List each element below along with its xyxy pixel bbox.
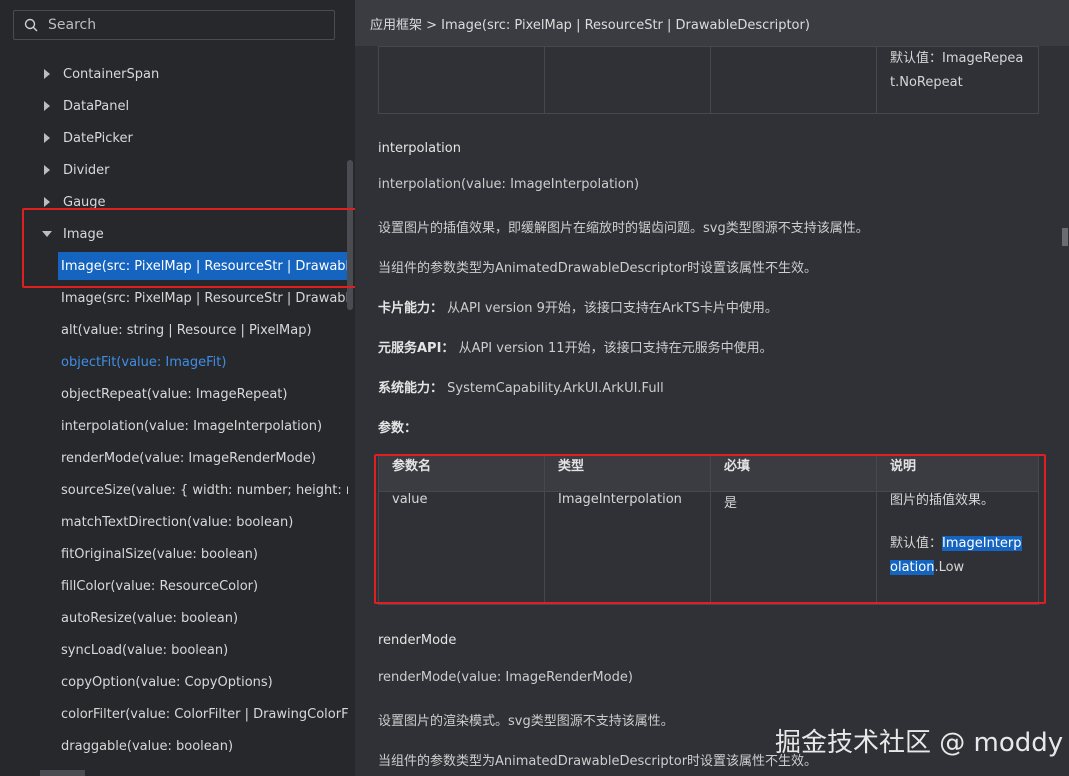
description-text: 设置图片的插值效果，即缓解图片在缩放时的锯齿问题。svg类型图源不支持该属性。 [378,221,869,236]
api-tree: ContainerSpan DataPanel DatePicker Divider G… [0,58,348,762]
chevron-right-icon[interactable] [42,165,52,175]
table-cell: 默认值：ImageRepea t.NoRepeat [876,46,1039,114]
meta-service-api: 元服务API： 从API version 11开始，该接口支持在元服务中使用。 [378,337,773,356]
meta-service-label: 元服务API： [378,341,455,356]
tree-leaf-item[interactable]: copyOption(value: CopyOptions) [0,666,348,698]
search-box[interactable] [13,10,335,40]
previous-param-table: 默认值：ImageRepea t.NoRepeat [378,46,1039,114]
tree-leaf-item[interactable]: sourceSize(value: { width: number; heigh… [0,474,348,506]
params-label: 参数： [378,417,417,436]
table-cell [710,46,877,114]
tree-leaf-item[interactable]: fillColor(value: ResourceColor) [0,570,348,602]
chevron-right-icon[interactable] [42,101,52,111]
chevron-right-icon[interactable] [42,133,52,143]
description-text: 当组件的参数类型为AnimatedDrawableDescriptor时设置该属… [378,754,818,769]
search-icon [24,18,38,32]
tree-leaf-item[interactable]: objectFit(value: ImageFit) [0,346,348,378]
tree-leaf-item[interactable]: syncLoad(value: boolean) [0,634,348,666]
chevron-right-icon[interactable] [42,197,52,207]
section-title-interpolation: interpolation [378,141,461,156]
tree-node-label: Divider [63,162,110,178]
tree-leaf-item[interactable]: autoResize(value: boolean) [0,602,348,634]
main-scrollbar[interactable] [1062,228,1068,246]
tree-leaf-item[interactable]: renderMode(value: ImageRenderMode) [0,442,348,474]
tree-node-label: DataPanel [63,98,130,114]
card-capability-label: 卡片能力： [378,301,444,316]
search-input[interactable] [46,16,310,34]
tree-leaf-item[interactable]: fitOriginalSize(value: boolean) [0,538,348,570]
breadcrumb[interactable]: 应用框架 > Image(src: PixelMap | ResourceStr… [355,0,1069,46]
system-capability-label: 系统能力： [378,381,444,396]
tree-node-containerspan[interactable]: ContainerSpan [0,58,348,90]
default-value-line: 默认值：ImageRepea [890,51,1024,66]
system-capability-text: SystemCapability.ArkUI.ArkUI.Full [447,381,664,396]
tree-leaf-item[interactable]: alt(value: string | Resource | PixelMap) [0,314,348,346]
tree-leaf-item[interactable]: draggable(value: boolean) [0,730,348,762]
tree-node-label: ContainerSpan [63,66,160,82]
tree-leaf-item[interactable]: matchTextDirection(value: boolean) [0,506,348,538]
table-cell [544,46,711,114]
description-text: 设置图片的渲染模式。svg类型图源不支持该属性。 [378,714,674,729]
table-cell [378,46,545,114]
signature-text: interpolation(value: ImageInterpolation) [378,177,640,192]
tree-node-datepicker[interactable]: DatePicker [0,122,348,154]
sidebar-horizontal-scrollbar[interactable] [40,770,85,776]
meta-service-text: 从API version 11开始，该接口支持在元服务中使用。 [458,341,773,356]
main-content: 应用框架 > Image(src: PixelMap | ResourceStr… [355,0,1069,776]
card-capability-text: 从API version 9开始，该接口支持在ArkTS卡片中使用。 [447,301,778,316]
tree-node-label: DatePicker [63,130,133,146]
watermark: 掘金技术社区 @ moddy [775,728,1064,758]
description-text: 当组件的参数类型为AnimatedDrawableDescriptor时设置该属… [378,261,818,276]
default-value-line: t.NoRepeat [890,75,963,90]
signature-text: renderMode(value: ImageRenderMode) [378,670,633,685]
params-label-text: 参数： [378,421,418,436]
section-title-rendermode: renderMode [378,633,457,648]
annotation-box-param-table [374,454,1046,604]
tree-leaf-item[interactable]: interpolation(value: ImageInterpolation) [0,410,348,442]
card-capability: 卡片能力： 从API version 9开始，该接口支持在ArkTS卡片中使用。 [378,297,778,316]
tree-leaf-item[interactable]: colorFilter(value: ColorFilter | Drawing… [0,698,348,730]
chevron-right-icon[interactable] [42,69,52,79]
annotation-box-image-node [22,208,361,288]
system-capability: 系统能力： SystemCapability.ArkUI.ArkUI.Full [378,377,664,396]
sidebar: ContainerSpanDataPanelDatePickerDividerG… [0,0,355,776]
tree-leaf-item[interactable]: objectRepeat(value: ImageRepeat) [0,378,348,410]
tree-node-datapanel[interactable]: DataPanel [0,90,348,122]
tree-node-divider[interactable]: Divider [0,154,348,186]
